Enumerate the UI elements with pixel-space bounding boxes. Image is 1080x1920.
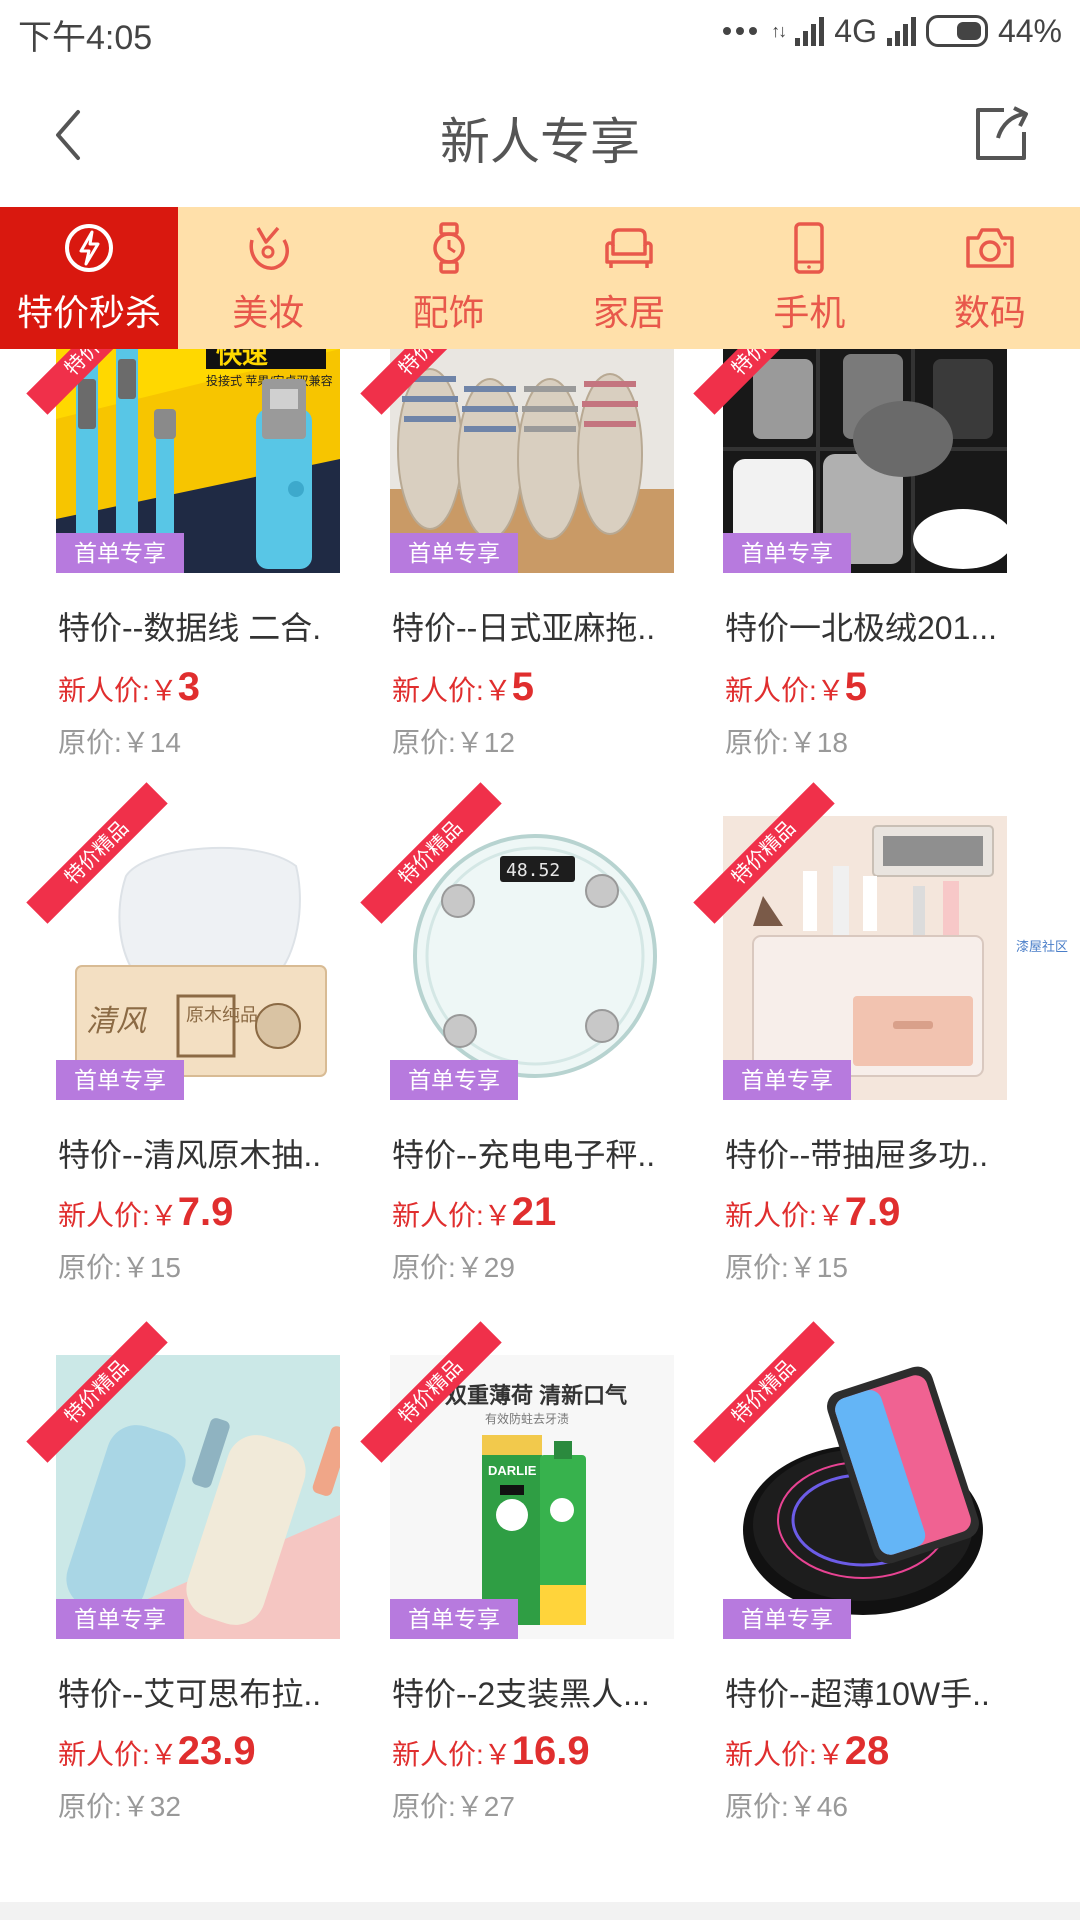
old-price: 原价:￥14: [58, 727, 181, 758]
new-price: 新人价:￥3: [58, 665, 201, 709]
product-title: 特价--带抽屉多功..: [725, 1137, 989, 1173]
new-price: 新人价:￥21: [392, 1190, 557, 1234]
category-label: 手机: [773, 292, 846, 333]
category-label: 特价秒杀: [16, 292, 161, 333]
category-tab-flash-sale[interactable]: 特价秒杀: [0, 207, 178, 349]
old-price: 原价:￥46: [725, 1791, 848, 1822]
phone-icon: [794, 222, 825, 274]
more-dots-icon: [723, 27, 758, 35]
first-order-badge: 首单专享: [390, 1599, 518, 1639]
old-price: 原价:￥32: [58, 1791, 181, 1822]
category-label: 数码: [953, 292, 1026, 333]
first-order-badge: 首单专享: [390, 1060, 518, 1100]
page-title: 新人专享: [440, 114, 640, 170]
svg-text:DARLIE: DARLIE: [488, 1463, 537, 1478]
old-price: 原价:￥29: [392, 1252, 515, 1283]
status-icons: ↑↓ 4G 44%: [723, 8, 1062, 54]
category-bar: 特价秒杀 美妆 配饰 家居 手机 数码: [0, 207, 1080, 349]
product-title: 特价--清风原木抽..: [58, 1137, 322, 1173]
signal-icon-2: [886, 16, 916, 46]
product-title: 特价--充电电子秤..: [392, 1137, 656, 1173]
first-order-badge: 首单专享: [390, 533, 518, 573]
svg-text:双重薄荷 清新口气: 双重薄荷 清新口气: [445, 1383, 627, 1408]
svg-text:48.52: 48.52: [506, 860, 560, 881]
category-tab-digital[interactable]: 数码: [900, 207, 1080, 349]
old-price: 原价:￥15: [725, 1252, 848, 1283]
flash-icon: [65, 224, 113, 272]
status-bar: 下午4:05 ↑↓ 4G 44%: [0, 0, 1080, 62]
svg-text:有效防蛀去牙渍: 有效防蛀去牙渍: [485, 1411, 569, 1426]
first-order-badge: 首单专享: [56, 1060, 184, 1100]
first-order-badge: 首单专享: [56, 533, 184, 573]
watermark: 漆屋社区: [1015, 939, 1068, 954]
product-title: 特价--超薄10W手..: [725, 1676, 990, 1712]
category-tab-home[interactable]: 家居: [539, 207, 719, 349]
bottom-strip: [0, 1902, 1080, 1920]
new-price: 新人价:￥7.9: [725, 1190, 901, 1234]
signal-icon: [795, 16, 825, 46]
camera-icon: [966, 228, 1014, 268]
old-price: 原价:￥15: [58, 1252, 181, 1283]
data-arrows-icon: ↑↓: [771, 20, 787, 41]
first-order-badge: 首单专享: [723, 1060, 851, 1100]
category-tab-accessories[interactable]: 配饰: [358, 207, 538, 349]
new-price: 新人价:￥5: [392, 665, 535, 709]
battery-icon: [925, 15, 988, 47]
category-label: 美妆: [232, 292, 305, 333]
status-time: 下午4:05: [18, 19, 153, 57]
nav-bar: 新人专享: [0, 62, 1080, 207]
old-price: 原价:￥12: [392, 727, 515, 758]
old-price: 原价:￥27: [392, 1791, 515, 1822]
new-price: 新人价:￥7.9: [58, 1190, 234, 1234]
new-price: 新人价:￥16.9: [392, 1729, 590, 1773]
category-tab-phone[interactable]: 手机: [719, 207, 899, 349]
makeup-icon: [249, 226, 290, 270]
category-label: 家居: [593, 292, 666, 333]
product-title: 特价--数据线 二合.: [58, 610, 322, 646]
svg-text:原木纯品: 原木纯品: [186, 1005, 258, 1025]
svg-text:清风: 清风: [86, 1005, 147, 1038]
product-title: 特价--日式亚麻拖..: [392, 610, 656, 646]
category-tab-makeup[interactable]: 美妆: [178, 207, 358, 349]
network-type: 4G: [834, 12, 877, 49]
old-price: 原价:￥18: [725, 727, 848, 758]
new-price: 新人价:￥23.9: [58, 1729, 256, 1773]
watch-icon: [432, 222, 465, 274]
battery-level: 44%: [997, 12, 1062, 49]
sofa-icon: [605, 228, 653, 268]
category-label: 配饰: [412, 292, 485, 333]
first-order-badge: 首单专享: [723, 533, 851, 573]
product-title: 特价一北极绒201...: [725, 610, 998, 646]
product-title: 特价--艾可思布拉..: [58, 1676, 322, 1712]
product-title: 特价--2支装黑人...: [392, 1676, 650, 1712]
share-icon[interactable]: [970, 102, 1032, 164]
first-order-badge: 首单专享: [723, 1599, 851, 1639]
new-price: 新人价:￥28: [725, 1729, 890, 1773]
first-order-badge: 首单专享: [56, 1599, 184, 1639]
new-price: 新人价:￥5: [725, 665, 868, 709]
